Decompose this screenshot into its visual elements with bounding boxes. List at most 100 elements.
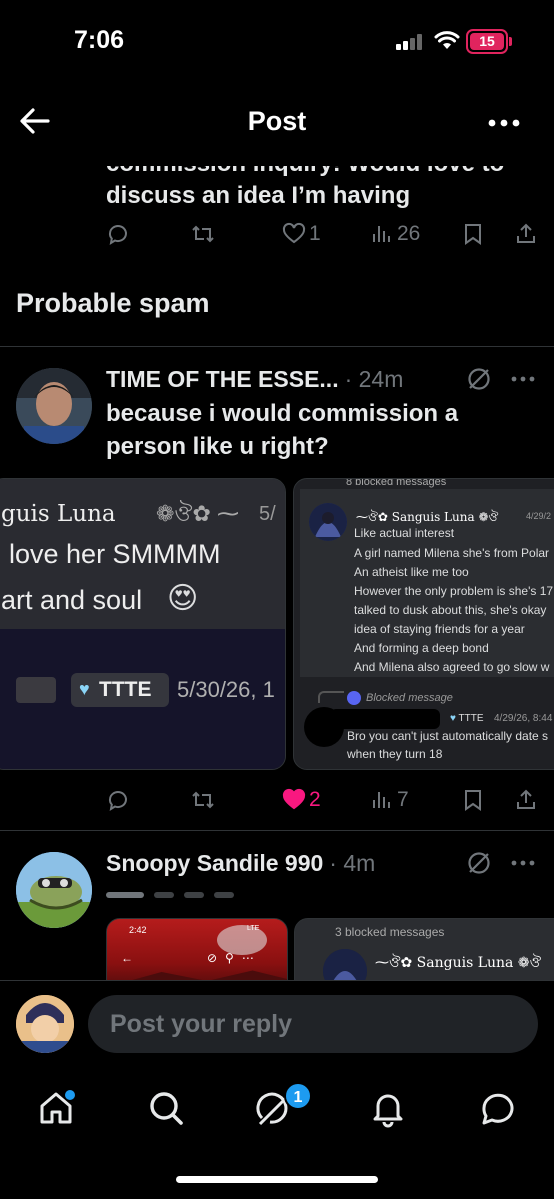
cellular-signal-icon — [396, 34, 426, 50]
chat-line: A girl named Milena she's from Polar — [354, 546, 550, 560]
post-timestamp: · 24m — [344, 366, 404, 392]
post-header: Snoopy Sandile 990 · 4m — [106, 850, 375, 877]
bell-icon[interactable] — [368, 1088, 408, 1128]
battery-level: 15 — [470, 33, 504, 50]
notification-badge: 1 — [284, 1082, 312, 1110]
like-button[interactable]: 1 — [282, 222, 321, 246]
repost-button[interactable] — [190, 788, 216, 812]
page-title: Post — [247, 106, 307, 136]
avatar-image — [16, 995, 74, 1053]
chat-role-tag: ♥ TTTE — [450, 713, 484, 724]
role-tag: ♥ TTTE — [71, 673, 169, 707]
grok-icon[interactable] — [466, 366, 492, 392]
more-options-icon[interactable] — [486, 108, 522, 138]
more-options-icon[interactable] — [510, 372, 536, 386]
reply-button[interactable] — [106, 222, 130, 246]
post-text-line: discuss an idea I’m having — [106, 182, 411, 209]
repost-icon — [192, 791, 214, 809]
role-tag-label: TTTE — [99, 678, 152, 701]
avatar-image — [16, 368, 92, 444]
chat-line: Like actual interest — [354, 526, 455, 540]
bookmark-button[interactable] — [462, 788, 484, 812]
media-image[interactable]: guis Luna ❁ঔ✿ ⁓ 5/ love her SMMMM art an… — [0, 478, 286, 770]
share-icon — [517, 223, 535, 243]
share-icon — [517, 789, 535, 809]
chat-line: However the only problem is she's 17 — [354, 584, 554, 598]
media-line: love her SMMMM — [9, 539, 221, 569]
chat-line: Bro you can't just automatically date s — [347, 729, 549, 743]
views-count: 26 — [397, 222, 421, 245]
like-count: 2 — [309, 788, 321, 811]
chat-username-text: Sanguis Luna — [391, 510, 475, 524]
home-icon[interactable] — [36, 1088, 76, 1128]
reply-button[interactable] — [106, 788, 130, 812]
repost-icon — [192, 225, 214, 243]
heart-gem-icon: ♥ — [79, 679, 90, 699]
post-text-line: person like u right? — [106, 433, 329, 460]
post-actions: 2 7 — [106, 788, 546, 818]
share-button[interactable] — [514, 222, 538, 246]
media-date: 5/ — [259, 503, 276, 525]
reply-icon — [108, 791, 127, 812]
previous-post-actions: 1 26 — [106, 222, 546, 252]
views-count: 7 — [397, 788, 409, 811]
like-count: 1 — [309, 222, 321, 245]
reply-connector — [318, 691, 344, 703]
chat-line: And forming a deep bond — [354, 641, 489, 655]
blocked-messages-header: 3 blocked messages — [335, 925, 445, 939]
post-timestamp: · 4m — [329, 850, 376, 876]
views-icon — [373, 792, 390, 808]
author-name[interactable]: TIME OF THE ESSE... — [106, 366, 339, 393]
phone-network: LTE — [247, 925, 260, 932]
author-name[interactable]: Snoopy Sandile 990 — [106, 850, 323, 877]
reply-bar: Post your reply — [0, 980, 554, 1070]
avatar-image — [16, 852, 92, 928]
share-button[interactable] — [514, 788, 538, 812]
media-username: guis Luna — [1, 501, 116, 527]
divider — [0, 346, 554, 347]
chat-line: idea of staying friends for a year — [354, 622, 525, 636]
repost-button[interactable] — [190, 222, 216, 246]
media-image[interactable]: 8 blocked messages ⁓ঔ✿ Sanguis Luna ❁ঔ 4… — [293, 478, 554, 770]
redacted-name — [330, 709, 440, 729]
views-button[interactable]: 26 — [370, 222, 420, 246]
my-avatar[interactable] — [16, 995, 74, 1053]
avatar[interactable] — [16, 852, 92, 928]
battery-nub — [509, 37, 512, 46]
post-header: TIME OF THE ESSE... · 24m — [106, 366, 403, 393]
status-bar: 7:06 15 — [0, 0, 554, 80]
reply-icon — [108, 225, 127, 246]
media-timestamp: 5/30/26, 1 — [177, 677, 275, 702]
decoration-glyphs: ❁ঔ✿ ⁓ — [156, 501, 240, 526]
heart-icon — [282, 222, 306, 244]
status-time: 7:06 — [74, 26, 125, 54]
chat-username-text: Sanguis Luna — [416, 955, 514, 971]
phone-time: 2:42 — [129, 925, 147, 935]
avatar[interactable] — [16, 368, 92, 444]
media-line: art and soul — [1, 585, 143, 615]
bookmark-button[interactable] — [462, 222, 484, 246]
search-icon[interactable] — [146, 1088, 186, 1128]
chat-date: 4/29/2 — [526, 511, 552, 521]
back-arrow-icon[interactable] — [18, 104, 52, 138]
home-indicator — [176, 1176, 378, 1183]
messages-icon[interactable] — [478, 1088, 518, 1128]
chat-line: when they turn 18 — [347, 747, 443, 761]
blocked-message-label: Blocked message — [366, 692, 453, 704]
chat-username: ⁓ঔ✿ Sanguis Luna ❁ঔ — [375, 955, 542, 971]
reply-input[interactable]: Post your reply — [88, 995, 538, 1053]
chat-role-tag-label: TTTE — [458, 713, 484, 724]
avatar — [309, 503, 347, 541]
more-options-icon[interactable] — [510, 856, 536, 870]
section-heading: Probable spam — [16, 288, 210, 318]
chat-line: And Milena also agreed to go slow w — [354, 660, 550, 674]
loading-placeholder — [106, 892, 234, 898]
grok-icon[interactable] — [466, 850, 492, 876]
heart-icon — [282, 788, 306, 810]
heart-gem-icon: ♥ — [450, 713, 456, 724]
like-button[interactable]: 2 — [282, 788, 321, 812]
blocked-messages-header: 8 blocked messages — [346, 478, 447, 488]
back-arrow-icon: ← — [121, 951, 133, 965]
views-button[interactable]: 7 — [370, 788, 409, 812]
bookmark-icon — [465, 790, 481, 811]
